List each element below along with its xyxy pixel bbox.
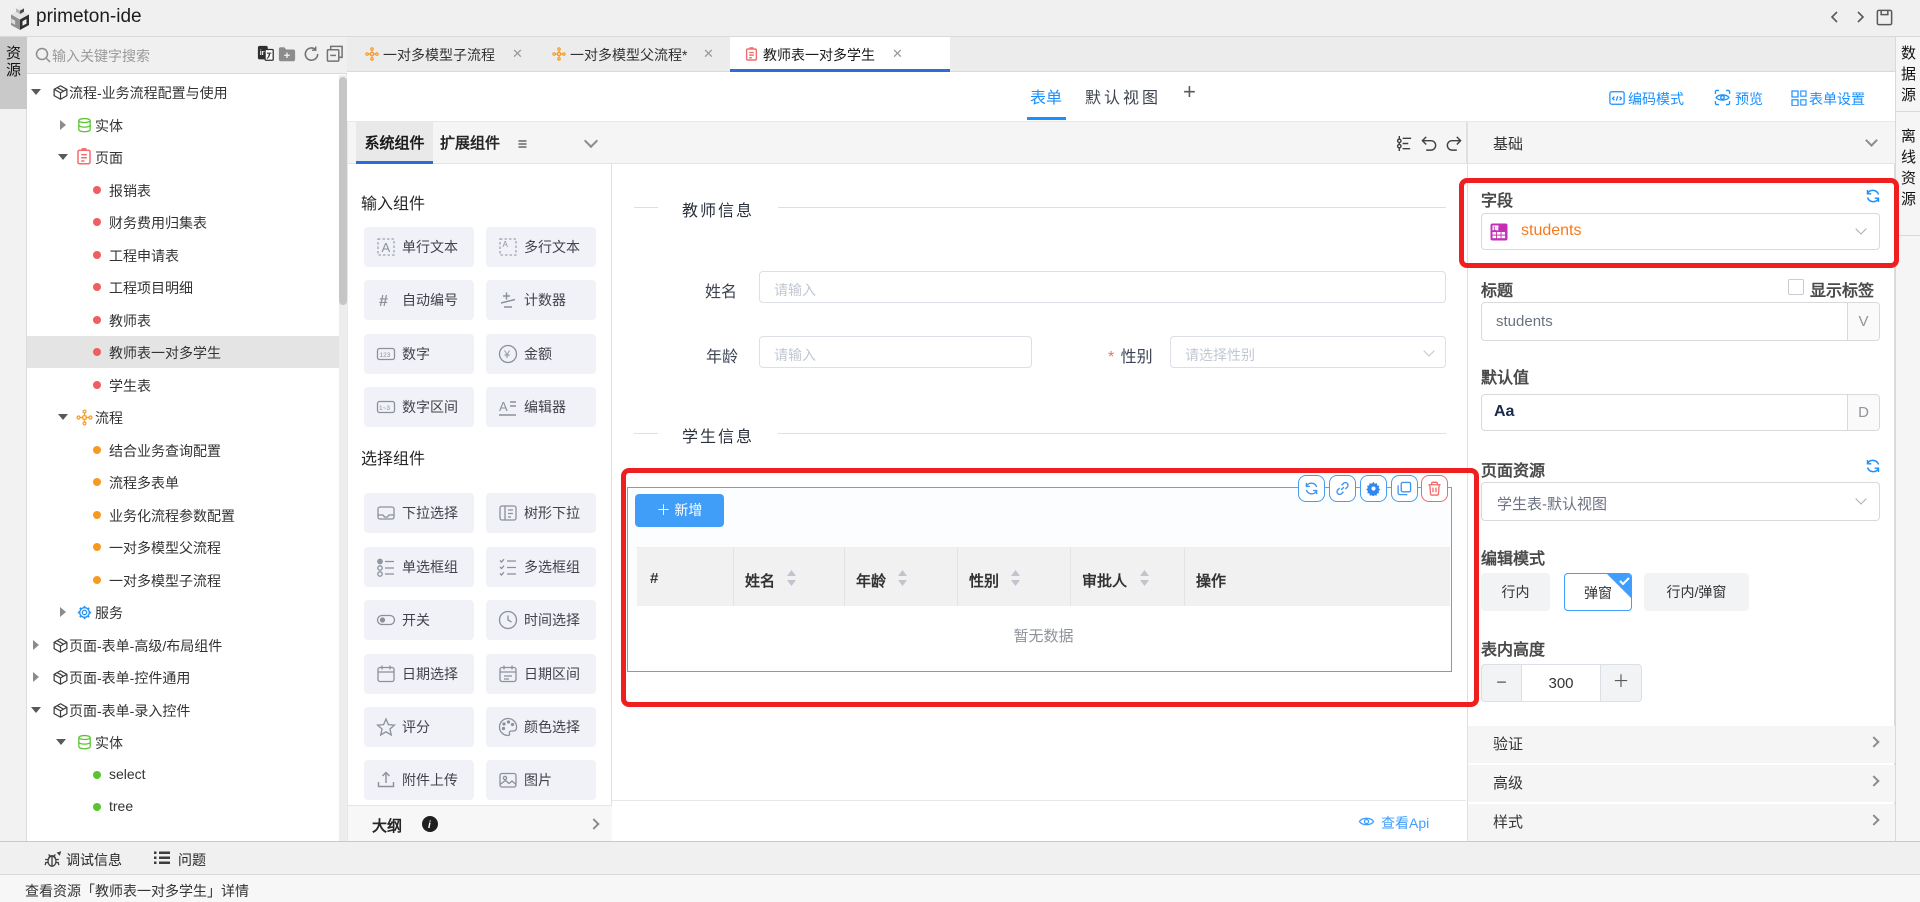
svg-text:i: i xyxy=(428,820,431,831)
svg-text:#: # xyxy=(379,293,388,310)
svg-text:A: A xyxy=(382,240,391,255)
svg-text:¥: ¥ xyxy=(503,349,511,361)
svg-text:A: A xyxy=(503,240,509,249)
svg-text:1~3: 1~3 xyxy=(379,405,390,412)
svg-text:123: 123 xyxy=(380,352,391,359)
svg-text:A: A xyxy=(499,399,508,414)
